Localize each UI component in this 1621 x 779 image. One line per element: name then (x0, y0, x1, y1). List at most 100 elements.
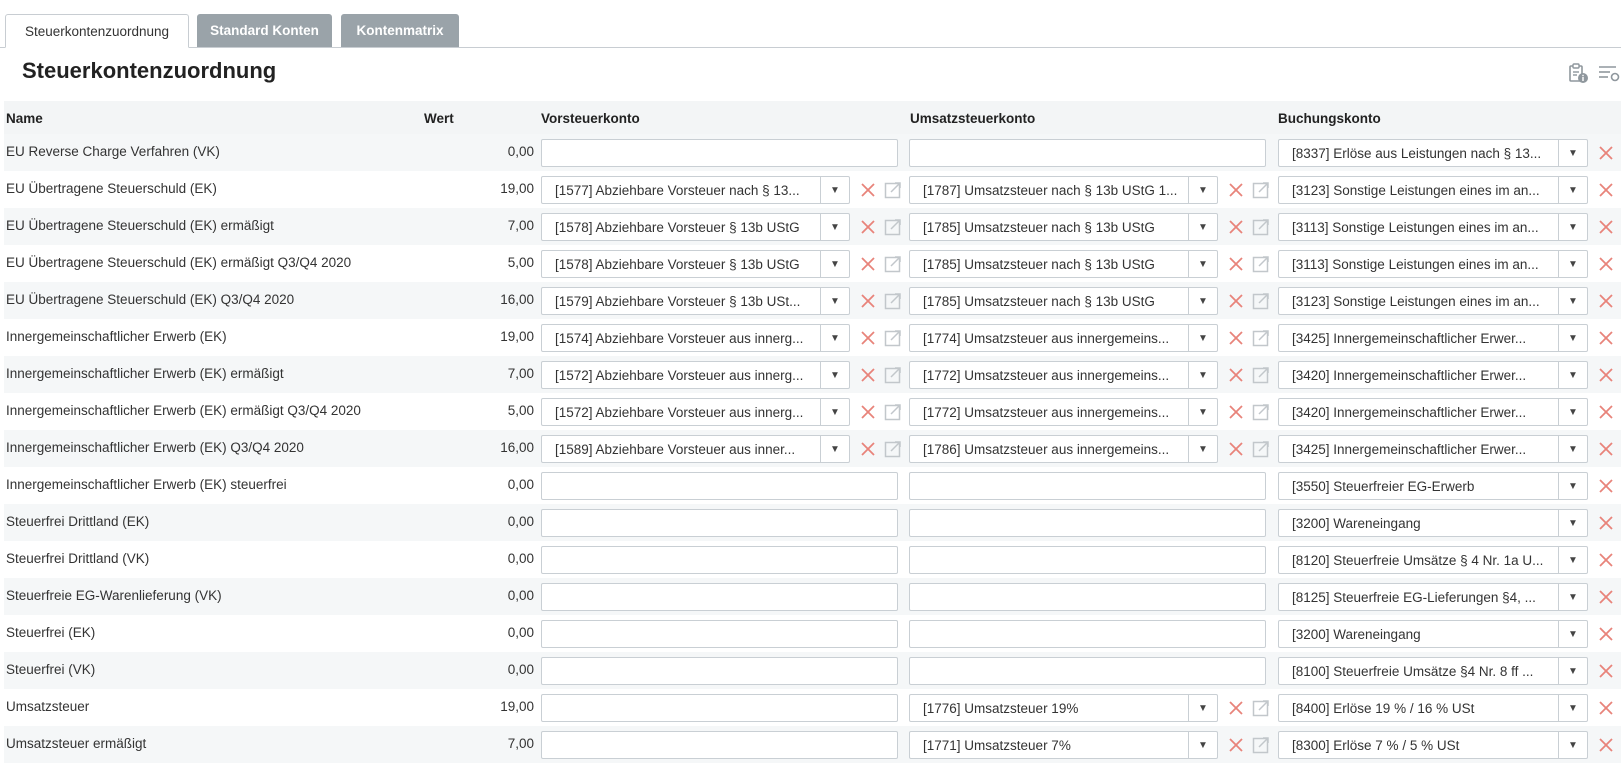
umsatzsteuer-select[interactable]: [1785] Umsatzsteuer nach § 13b UStG ▼ (909, 213, 1218, 241)
clear-icon[interactable] (1596, 513, 1616, 533)
clear-icon[interactable] (1596, 587, 1616, 607)
chevron-down-icon[interactable]: ▼ (1188, 695, 1217, 721)
buchung-select[interactable]: [3425] Innergemeinschaftlicher Erwer... ▼ (1278, 324, 1588, 352)
tab-steuerkontenzuordnung[interactable]: Steuerkontenzuordnung (5, 14, 189, 48)
chevron-down-icon[interactable]: ▼ (1188, 177, 1217, 203)
chevron-down-icon[interactable]: ▼ (1558, 584, 1587, 610)
buchung-select[interactable]: [3200] Wareneingang ▼ (1278, 509, 1588, 537)
umsatzsteuer-input[interactable] (909, 546, 1266, 574)
vorsteuer-select[interactable]: [1578] Abziehbare Vorsteuer § 13b UStG ▼ (541, 250, 850, 278)
umsatzsteuer-select[interactable]: [1771] Umsatzsteuer 7% ▼ (909, 731, 1218, 759)
open-external-icon[interactable] (883, 217, 903, 237)
vorsteuer-select[interactable]: [1589] Abziehbare Vorsteuer aus inner...… (541, 435, 850, 463)
clear-icon[interactable] (1596, 402, 1616, 422)
tab-kontenmatrix[interactable]: Kontenmatrix (341, 14, 459, 47)
clear-icon[interactable] (1596, 180, 1616, 200)
chevron-down-icon[interactable]: ▼ (1188, 288, 1217, 314)
clear-icon[interactable] (1596, 698, 1616, 718)
clear-icon[interactable] (1596, 217, 1616, 237)
clear-icon[interactable] (858, 439, 878, 459)
buchung-select[interactable]: [8337] Erlöse aus Leistungen nach § 13..… (1278, 139, 1588, 167)
open-external-icon[interactable] (1251, 254, 1271, 274)
open-external-icon[interactable] (883, 180, 903, 200)
umsatzsteuer-select[interactable]: [1772] Umsatzsteuer aus innergemeins... ▼ (909, 398, 1218, 426)
open-external-icon[interactable] (1251, 439, 1271, 459)
buchung-select[interactable]: [3200] Wareneingang ▼ (1278, 620, 1588, 648)
chevron-down-icon[interactable]: ▼ (820, 251, 849, 277)
clear-icon[interactable] (1596, 624, 1616, 644)
vorsteuer-input[interactable] (541, 657, 898, 685)
chevron-down-icon[interactable]: ▼ (1558, 732, 1587, 758)
chevron-down-icon[interactable]: ▼ (1558, 288, 1587, 314)
umsatzsteuer-input[interactable] (909, 657, 1266, 685)
tab-standard-konten[interactable]: Standard Konten (197, 14, 332, 47)
chevron-down-icon[interactable]: ▼ (820, 362, 849, 388)
chevron-down-icon[interactable]: ▼ (1558, 140, 1587, 166)
open-external-icon[interactable] (883, 254, 903, 274)
open-external-icon[interactable] (1251, 328, 1271, 348)
buchung-select[interactable]: [3113] Sonstige Leistungen eines im an..… (1278, 213, 1588, 241)
vorsteuer-select[interactable]: [1577] Abziehbare Vorsteuer nach § 13...… (541, 176, 850, 204)
vorsteuer-input[interactable] (541, 620, 898, 648)
clear-icon[interactable] (1226, 180, 1246, 200)
chevron-down-icon[interactable]: ▼ (1558, 177, 1587, 203)
open-external-icon[interactable] (1251, 365, 1271, 385)
clear-icon[interactable] (1596, 439, 1616, 459)
clear-icon[interactable] (1226, 698, 1246, 718)
vorsteuer-input[interactable] (541, 694, 898, 722)
vorsteuer-select[interactable]: [1574] Abziehbare Vorsteuer aus innerg..… (541, 324, 850, 352)
chevron-down-icon[interactable]: ▼ (1558, 214, 1587, 240)
buchung-select[interactable]: [3425] Innergemeinschaftlicher Erwer... ▼ (1278, 435, 1588, 463)
clear-icon[interactable] (1596, 735, 1616, 755)
buchung-select[interactable]: [8100] Steuerfreie Umsätze §4 Nr. 8 ff .… (1278, 657, 1588, 685)
umsatzsteuer-select[interactable]: [1787] Umsatzsteuer nach § 13b UStG 1...… (909, 176, 1218, 204)
open-external-icon[interactable] (883, 402, 903, 422)
chevron-down-icon[interactable]: ▼ (1558, 547, 1587, 573)
buchung-select[interactable]: [8120] Steuerfreie Umsätze § 4 Nr. 1a U.… (1278, 546, 1588, 574)
umsatzsteuer-input[interactable] (909, 472, 1266, 500)
open-external-icon[interactable] (1251, 698, 1271, 718)
clear-icon[interactable] (858, 180, 878, 200)
vorsteuer-input[interactable] (541, 509, 898, 537)
clear-icon[interactable] (1596, 143, 1616, 163)
chevron-down-icon[interactable]: ▼ (1558, 695, 1587, 721)
open-external-icon[interactable] (1251, 217, 1271, 237)
buchung-select[interactable]: [3123] Sonstige Leistungen eines im an..… (1278, 287, 1588, 315)
chevron-down-icon[interactable]: ▼ (1558, 510, 1587, 536)
open-external-icon[interactable] (1251, 180, 1271, 200)
chevron-down-icon[interactable]: ▼ (1558, 251, 1587, 277)
clear-icon[interactable] (1596, 365, 1616, 385)
chevron-down-icon[interactable]: ▼ (1558, 621, 1587, 647)
umsatzsteuer-input[interactable] (909, 139, 1266, 167)
chevron-down-icon[interactable]: ▼ (1188, 436, 1217, 462)
clear-icon[interactable] (1226, 217, 1246, 237)
list-settings-icon[interactable] (1598, 62, 1620, 84)
chevron-down-icon[interactable]: ▼ (820, 177, 849, 203)
buchung-select[interactable]: [8125] Steuerfreie EG-Lieferungen §4, ..… (1278, 583, 1588, 611)
umsatzsteuer-select[interactable]: [1786] Umsatzsteuer aus innergemeins... ▼ (909, 435, 1218, 463)
umsatzsteuer-select[interactable]: [1774] Umsatzsteuer aus innergemeins... ▼ (909, 324, 1218, 352)
clear-icon[interactable] (1226, 291, 1246, 311)
clear-icon[interactable] (1596, 291, 1616, 311)
clear-icon[interactable] (858, 365, 878, 385)
chevron-down-icon[interactable]: ▼ (820, 325, 849, 351)
buchung-select[interactable]: [3420] Innergemeinschaftlicher Erwer... ▼ (1278, 361, 1588, 389)
clear-icon[interactable] (858, 254, 878, 274)
clear-icon[interactable] (1226, 365, 1246, 385)
open-external-icon[interactable] (883, 291, 903, 311)
vorsteuer-select[interactable]: [1579] Abziehbare Vorsteuer § 13b USt...… (541, 287, 850, 315)
chevron-down-icon[interactable]: ▼ (1558, 436, 1587, 462)
umsatzsteuer-select[interactable]: [1785] Umsatzsteuer nach § 13b UStG ▼ (909, 250, 1218, 278)
clear-icon[interactable] (858, 402, 878, 422)
umsatzsteuer-select[interactable]: [1785] Umsatzsteuer nach § 13b UStG ▼ (909, 287, 1218, 315)
open-external-icon[interactable] (883, 439, 903, 459)
clear-icon[interactable] (858, 328, 878, 348)
chevron-down-icon[interactable]: ▼ (820, 399, 849, 425)
chevron-down-icon[interactable]: ▼ (1188, 251, 1217, 277)
clear-icon[interactable] (1226, 735, 1246, 755)
buchung-select[interactable]: [3420] Innergemeinschaftlicher Erwer... ▼ (1278, 398, 1588, 426)
chevron-down-icon[interactable]: ▼ (820, 288, 849, 314)
clipboard-info-icon[interactable] (1567, 62, 1589, 84)
chevron-down-icon[interactable]: ▼ (1188, 325, 1217, 351)
clear-icon[interactable] (1226, 328, 1246, 348)
